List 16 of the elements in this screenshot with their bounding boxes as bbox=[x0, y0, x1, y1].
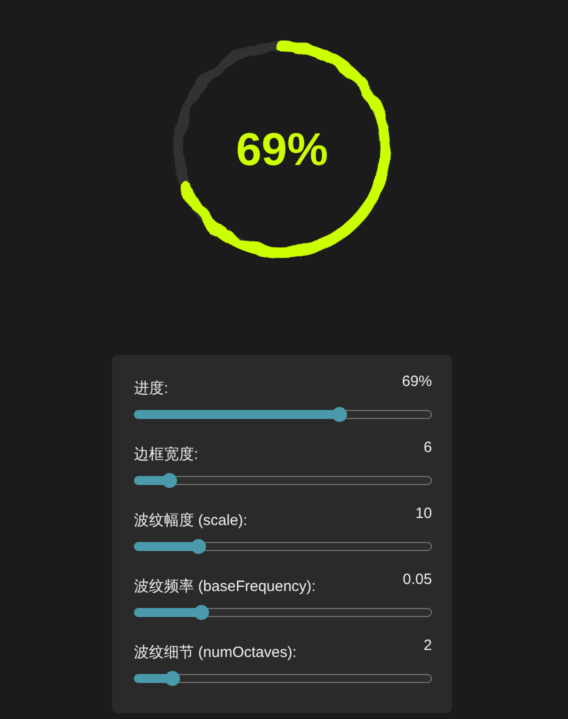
slider-label: 进度: bbox=[134, 379, 168, 398]
slider-value: 10 bbox=[415, 505, 432, 522]
progress-percentage: 69% bbox=[236, 126, 328, 172]
slider[interactable] bbox=[134, 608, 432, 617]
slider[interactable] bbox=[134, 476, 432, 485]
slider-value: 2 bbox=[424, 637, 432, 654]
slider-label: 波纹频率 (baseFrequency): bbox=[134, 577, 316, 596]
slider-value: 69% bbox=[402, 373, 432, 390]
slider-value: 0.05 bbox=[402, 571, 432, 588]
slider-label: 边框宽度: bbox=[134, 445, 198, 464]
slider-label: 波纹细节 (numOctaves): bbox=[134, 643, 297, 662]
slider[interactable] bbox=[134, 542, 432, 551]
slider-value: 6 bbox=[424, 439, 432, 456]
slider[interactable] bbox=[134, 410, 432, 419]
slider-label: 波纹幅度 (scale): bbox=[134, 511, 248, 530]
slider[interactable] bbox=[134, 674, 432, 683]
